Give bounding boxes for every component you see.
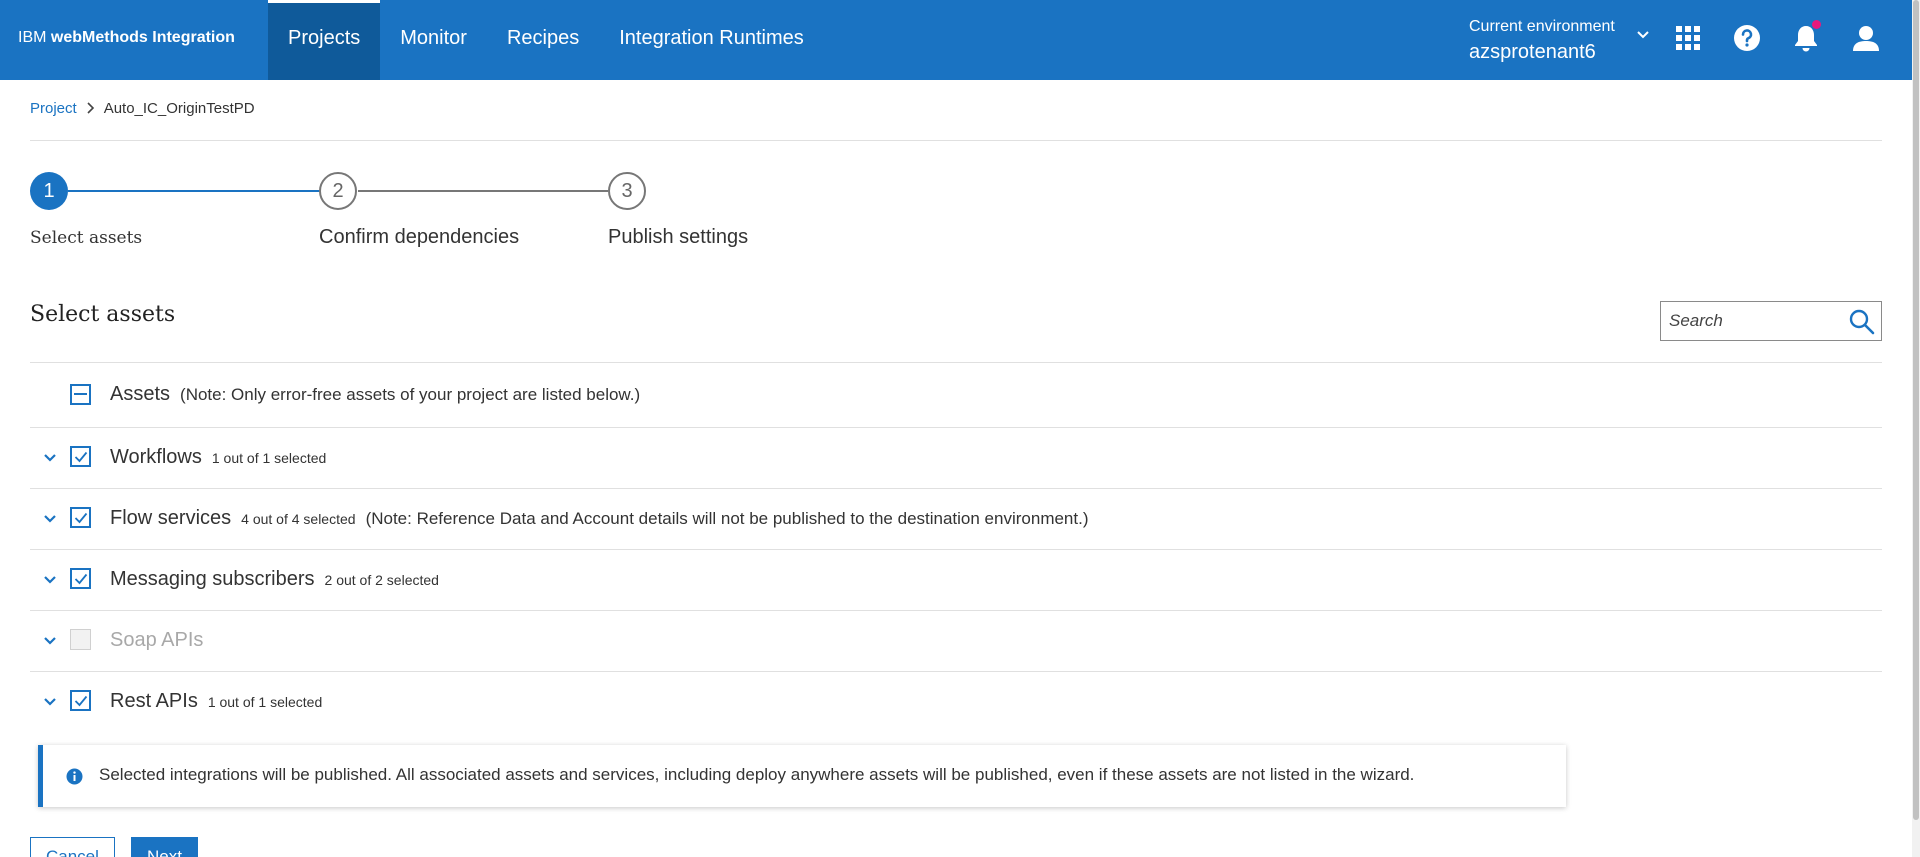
asset-type-name: Soap APIs xyxy=(110,629,204,651)
assets-note: (Note: Only error-free assets of your pr… xyxy=(180,385,641,404)
page-scrollbar[interactable] xyxy=(1912,0,1920,857)
section-title: Select assets xyxy=(30,302,176,327)
step-2-indicator: 2 xyxy=(319,172,357,210)
asset-row-rest-apis: Rest APIs 1 out of 1 selected xyxy=(30,671,1882,732)
step-connector-2 xyxy=(358,190,608,192)
chevron-down-icon[interactable] xyxy=(42,633,58,649)
next-button[interactable]: Next xyxy=(131,837,198,857)
help-icon[interactable] xyxy=(1731,22,1763,54)
asset-type-name: Rest APIs xyxy=(110,690,198,712)
messaging-subscribers-label: Messaging subscribers 2 out of 2 selected xyxy=(110,568,439,591)
flow-services-label: Flow services 4 out of 4 selected (Note: R… xyxy=(110,507,1089,530)
selected-count: 2 out of 2 selected xyxy=(324,572,439,588)
environment-selector[interactable]: Current environment azsprotenant6 xyxy=(1469,18,1615,64)
step-connector-1 xyxy=(68,190,320,192)
nav-monitor[interactable]: Monitor xyxy=(380,0,487,80)
nav-integration-runtimes[interactable]: Integration Runtimes xyxy=(599,0,824,80)
nav-projects[interactable]: Projects xyxy=(268,0,381,80)
asset-type-name: Messaging subscribers xyxy=(110,568,315,590)
chevron-down-icon[interactable] xyxy=(1634,26,1652,44)
chevron-down-icon[interactable] xyxy=(42,511,58,527)
assets-header-label: Assets (Note: Only error-free assets of y… xyxy=(110,383,640,406)
messaging-subscribers-checkbox[interactable] xyxy=(70,568,91,589)
top-navigation-bar: IBM webMethods Integration Projects Moni… xyxy=(0,0,1912,80)
chevron-down-icon[interactable] xyxy=(42,572,58,588)
selected-count: 1 out of 1 selected xyxy=(211,450,327,466)
breadcrumb-current: Auto_IC_OriginTestPD xyxy=(103,100,255,117)
checkmark-icon xyxy=(74,451,87,462)
assets-header-row: Assets (Note: Only error-free assets of y… xyxy=(30,362,1882,427)
breadcrumb-project-link[interactable]: Project xyxy=(30,100,77,117)
checkmark-icon xyxy=(74,512,87,523)
chevron-right-icon xyxy=(86,101,95,117)
info-message: Selected integrations will be published.… xyxy=(99,765,1415,784)
rest-apis-label: Rest APIs 1 out of 1 selected xyxy=(110,690,322,713)
step-3-label: Publish settings xyxy=(608,226,749,248)
selected-count: 4 out of 4 selected xyxy=(241,511,356,527)
checkmark-icon xyxy=(74,573,87,584)
checkmark-icon xyxy=(74,695,87,706)
soap-apis-checkbox xyxy=(70,629,91,650)
workflows-label: Workflows 1 out of 1 selected xyxy=(110,446,326,469)
asset-type-name: Workflows xyxy=(110,446,202,468)
flow-services-note: (Note: Reference Data and Account detail… xyxy=(365,509,1089,528)
main-nav: Projects Monitor Recipes Integration Run… xyxy=(268,0,824,80)
nav-recipes[interactable]: Recipes xyxy=(487,0,599,80)
environment-value: azsprotenant6 xyxy=(1469,41,1596,63)
search-icon[interactable] xyxy=(1849,309,1875,335)
step-1-indicator: 1 xyxy=(30,172,68,210)
asset-row-messaging-subscribers: Messaging subscribers 2 out of 2 selected xyxy=(30,549,1882,610)
scrollbar-thumb[interactable] xyxy=(1913,0,1919,820)
selected-count: 1 out of 1 selected xyxy=(207,694,323,710)
step-1-label: Select assets xyxy=(30,228,143,248)
chevron-down-icon[interactable] xyxy=(42,694,58,710)
divider xyxy=(30,140,1882,141)
info-icon xyxy=(66,768,83,785)
breadcrumb: Project Auto_IC_OriginTestPD xyxy=(30,100,255,117)
search-input[interactable] xyxy=(1661,302,1841,340)
flow-services-checkbox[interactable] xyxy=(70,507,91,528)
soap-apis-label: Soap APIs xyxy=(110,629,203,652)
notification-badge xyxy=(1812,20,1821,29)
brand-logo[interactable]: IBM webMethods Integration xyxy=(18,29,235,47)
rest-apis-checkbox[interactable] xyxy=(70,690,91,711)
workflows-checkbox[interactable] xyxy=(70,446,91,467)
asset-row-workflows: Workflows 1 out of 1 selected xyxy=(30,427,1882,488)
cancel-button[interactable]: Cancel xyxy=(30,837,115,857)
asset-row-flow-services: Flow services 4 out of 4 selected (Note: R… xyxy=(30,488,1882,549)
asset-type-name: Flow services xyxy=(110,507,232,529)
asset-row-soap-apis: Soap APIs xyxy=(30,610,1882,671)
info-notification: Selected integrations will be published.… xyxy=(38,745,1566,807)
search-field xyxy=(1660,301,1882,341)
app-switcher-icon[interactable] xyxy=(1672,22,1704,54)
chevron-down-icon[interactable] xyxy=(42,450,58,466)
user-icon[interactable] xyxy=(1850,22,1882,54)
select-all-checkbox[interactable] xyxy=(70,384,91,405)
step-3-indicator: 3 xyxy=(608,172,646,210)
environment-label: Current environment xyxy=(1469,18,1615,35)
brand-name: webMethods Integration xyxy=(50,29,235,46)
assets-title: Assets xyxy=(110,383,171,405)
indeterminate-icon xyxy=(74,393,87,395)
brand-prefix: IBM xyxy=(18,29,47,46)
step-2-label: Confirm dependencies xyxy=(319,226,520,248)
